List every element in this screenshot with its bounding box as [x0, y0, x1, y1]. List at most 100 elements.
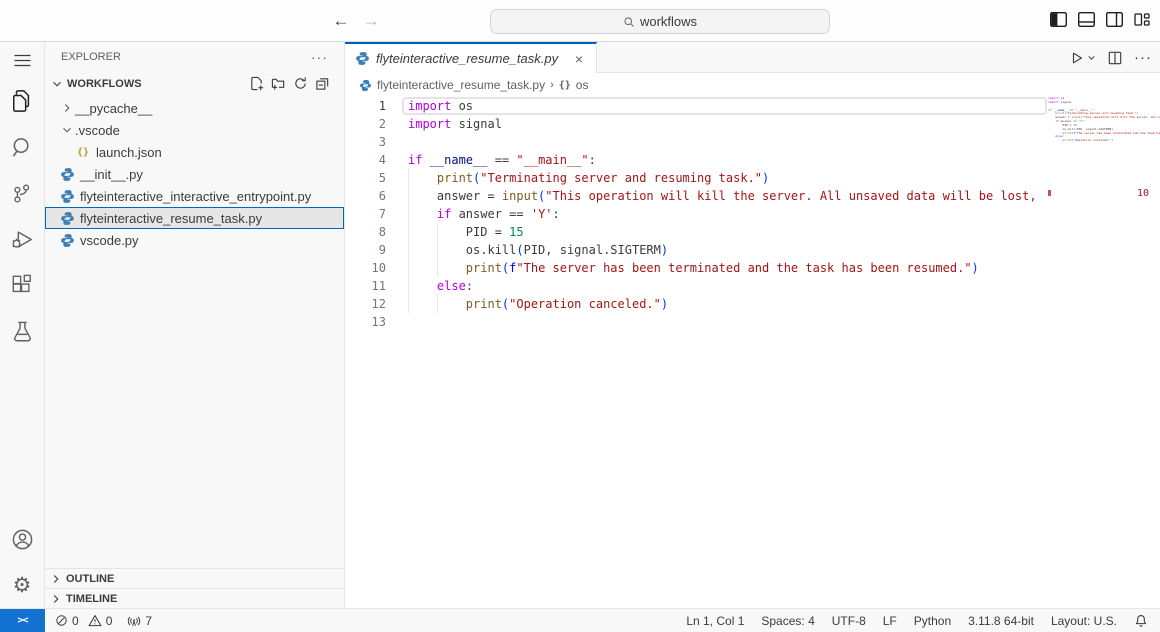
- line-number[interactable]: 10: [345, 259, 400, 277]
- address-bar[interactable]: workflows: [490, 9, 830, 34]
- new-file-icon[interactable]: [249, 76, 264, 91]
- indent-guide: [408, 277, 409, 295]
- extensions-icon[interactable]: [0, 262, 45, 308]
- browser-toolbar: ← → workflows: [0, 0, 1160, 42]
- indent-guide: [408, 223, 409, 241]
- line-number[interactable]: 1: [345, 97, 400, 115]
- indent-guide: [437, 259, 438, 277]
- line-number[interactable]: 11: [345, 277, 400, 295]
- line-number[interactable]: 3: [345, 133, 400, 151]
- line-number[interactable]: 6: [345, 187, 400, 205]
- explorer-more-icon[interactable]: ···: [311, 49, 328, 65]
- breadcrumbs: flyteinteractive_resume_task.py › {} os: [345, 73, 1160, 97]
- timeline-section-header[interactable]: TIMELINE: [45, 588, 344, 608]
- ports-count: 7: [145, 614, 152, 628]
- new-folder-icon[interactable]: [271, 76, 286, 91]
- code-line[interactable]: 5 print("Terminating server and resuming…: [345, 169, 1048, 187]
- symbol-namespace-icon: {}: [559, 80, 571, 91]
- status-right: Ln 1, Col 1 Spaces: 4 UTF-8 LF Python 3.11.8 …: [686, 614, 1160, 628]
- status-python-version[interactable]: 3.11.8 64-bit: [968, 614, 1034, 628]
- chevron-right-icon: [49, 572, 63, 586]
- settings-gear-icon[interactable]: ⚙: [0, 562, 45, 608]
- tree-item-launch-json[interactable]: {}launch.json: [45, 141, 344, 163]
- source-control-icon[interactable]: [0, 170, 45, 216]
- breadcrumb-symbol[interactable]: os: [576, 78, 589, 92]
- toggle-secondary-sidebar-icon[interactable]: [1106, 12, 1123, 27]
- ports-status[interactable]: 7: [127, 614, 152, 628]
- line-number[interactable]: 5: [345, 169, 400, 187]
- line-number[interactable]: 2: [345, 115, 400, 133]
- error-count: 0: [72, 614, 79, 628]
- remote-icon: ><: [17, 615, 27, 626]
- explorer-title: EXPLORER: [61, 51, 121, 63]
- code-line[interactable]: 2import signal: [345, 115, 1048, 133]
- search-icon[interactable]: [0, 124, 45, 170]
- status-eol[interactable]: LF: [883, 614, 897, 628]
- code-line[interactable]: 1import os: [345, 97, 1048, 115]
- tree-item-label: flyteinteractive_resume_task.py: [80, 211, 262, 226]
- line-number[interactable]: 8: [345, 223, 400, 241]
- workspace-section-header[interactable]: WORKFLOWS: [45, 71, 344, 96]
- status-indentation[interactable]: Spaces: 4: [761, 614, 814, 628]
- code-lines[interactable]: 1import os2import signal34if __name__ ==…: [345, 97, 1048, 608]
- close-icon[interactable]: ×: [570, 51, 588, 67]
- code-line[interactable]: 13: [345, 313, 1048, 331]
- split-editor-icon[interactable]: [1108, 51, 1122, 65]
- python-file-icon: [59, 232, 75, 248]
- outline-section-header[interactable]: OUTLINE: [45, 568, 344, 588]
- code-line[interactable]: 11 else:: [345, 277, 1048, 295]
- status-encoding[interactable]: UTF-8: [832, 614, 866, 628]
- menu-icon[interactable]: [0, 42, 45, 78]
- bell-icon[interactable]: [1134, 614, 1148, 628]
- python-file-icon: [59, 166, 75, 182]
- code-line[interactable]: 12 print("Operation canceled."): [345, 295, 1048, 313]
- more-actions-icon[interactable]: ···: [1134, 49, 1152, 66]
- editor-group: flyteinteractive_resume_task.py × ··· fl…: [345, 42, 1160, 608]
- status-layout[interactable]: Layout: U.S.: [1051, 614, 1117, 628]
- account-icon[interactable]: [0, 516, 45, 562]
- toggle-panel-icon[interactable]: [1078, 12, 1095, 27]
- tree-item-vscode-py[interactable]: vscode.py: [45, 229, 344, 251]
- line-number[interactable]: 12: [345, 295, 400, 313]
- tree-item-flyteinteractive-resume-task-py[interactable]: flyteinteractive_resume_task.py: [45, 207, 344, 229]
- problems-status[interactable]: 0 0: [55, 614, 112, 628]
- line-number[interactable]: 7: [345, 205, 400, 223]
- run-debug-icon[interactable]: [0, 216, 45, 262]
- refresh-icon[interactable]: [293, 76, 308, 91]
- tree-item--init-py[interactable]: __init__.py: [45, 163, 344, 185]
- code-line[interactable]: 8 PID = 15: [345, 223, 1048, 241]
- code-line[interactable]: 10 print(f"The server has been terminate…: [345, 259, 1048, 277]
- minimap[interactable]: import osimport signalif __name__ == "__…: [1048, 97, 1160, 608]
- run-python-file-button[interactable]: [1070, 51, 1096, 65]
- forward-button[interactable]: →: [358, 8, 384, 34]
- line-number[interactable]: 9: [345, 241, 400, 259]
- code-line[interactable]: 4if __name__ == "__main__":: [345, 151, 1048, 169]
- remote-indicator[interactable]: ><: [0, 609, 45, 632]
- back-button[interactable]: ←: [328, 8, 354, 34]
- testing-icon[interactable]: [0, 308, 45, 354]
- indent-guide: [437, 223, 438, 241]
- indent-guide: [437, 241, 438, 259]
- code-line[interactable]: 3: [345, 133, 1048, 151]
- tab-flyteinteractive-resume-task[interactable]: flyteinteractive_resume_task.py ×: [345, 42, 597, 73]
- tab-bar: flyteinteractive_resume_task.py × ···: [345, 42, 1160, 73]
- customize-layout-icon[interactable]: [1134, 12, 1150, 27]
- file-tree: __pycache__.vscode{}launch.json__init__.…: [45, 96, 344, 568]
- tree-item--pycache-[interactable]: __pycache__: [45, 97, 344, 119]
- explorer-icon[interactable]: [0, 78, 45, 124]
- status-language-mode[interactable]: Python: [914, 614, 951, 628]
- collapse-all-icon[interactable]: [315, 76, 330, 91]
- code-line[interactable]: 9 os.kill(PID, signal.SIGTERM): [345, 241, 1048, 259]
- toggle-primary-sidebar-icon[interactable]: [1050, 12, 1067, 27]
- line-number[interactable]: 4: [345, 151, 400, 169]
- tree-item-flyteinteractive-interactive-entrypoint-py[interactable]: flyteinteractive_interactive_entrypoint.…: [45, 185, 344, 207]
- code-editor[interactable]: 1import os2import signal34if __name__ ==…: [345, 97, 1160, 608]
- line-number[interactable]: 13: [345, 313, 400, 331]
- status-cursor-position[interactable]: Ln 1, Col 1: [686, 614, 744, 628]
- code-line[interactable]: 6 answer = input("This operation will ki…: [345, 187, 1048, 205]
- code-text: PID = 15: [400, 223, 524, 241]
- minimap-marker: [1048, 190, 1051, 196]
- tree-item--vscode[interactable]: .vscode: [45, 119, 344, 141]
- code-line[interactable]: 7 if answer == 'Y':: [345, 205, 1048, 223]
- breadcrumb-file[interactable]: flyteinteractive_resume_task.py: [377, 78, 545, 92]
